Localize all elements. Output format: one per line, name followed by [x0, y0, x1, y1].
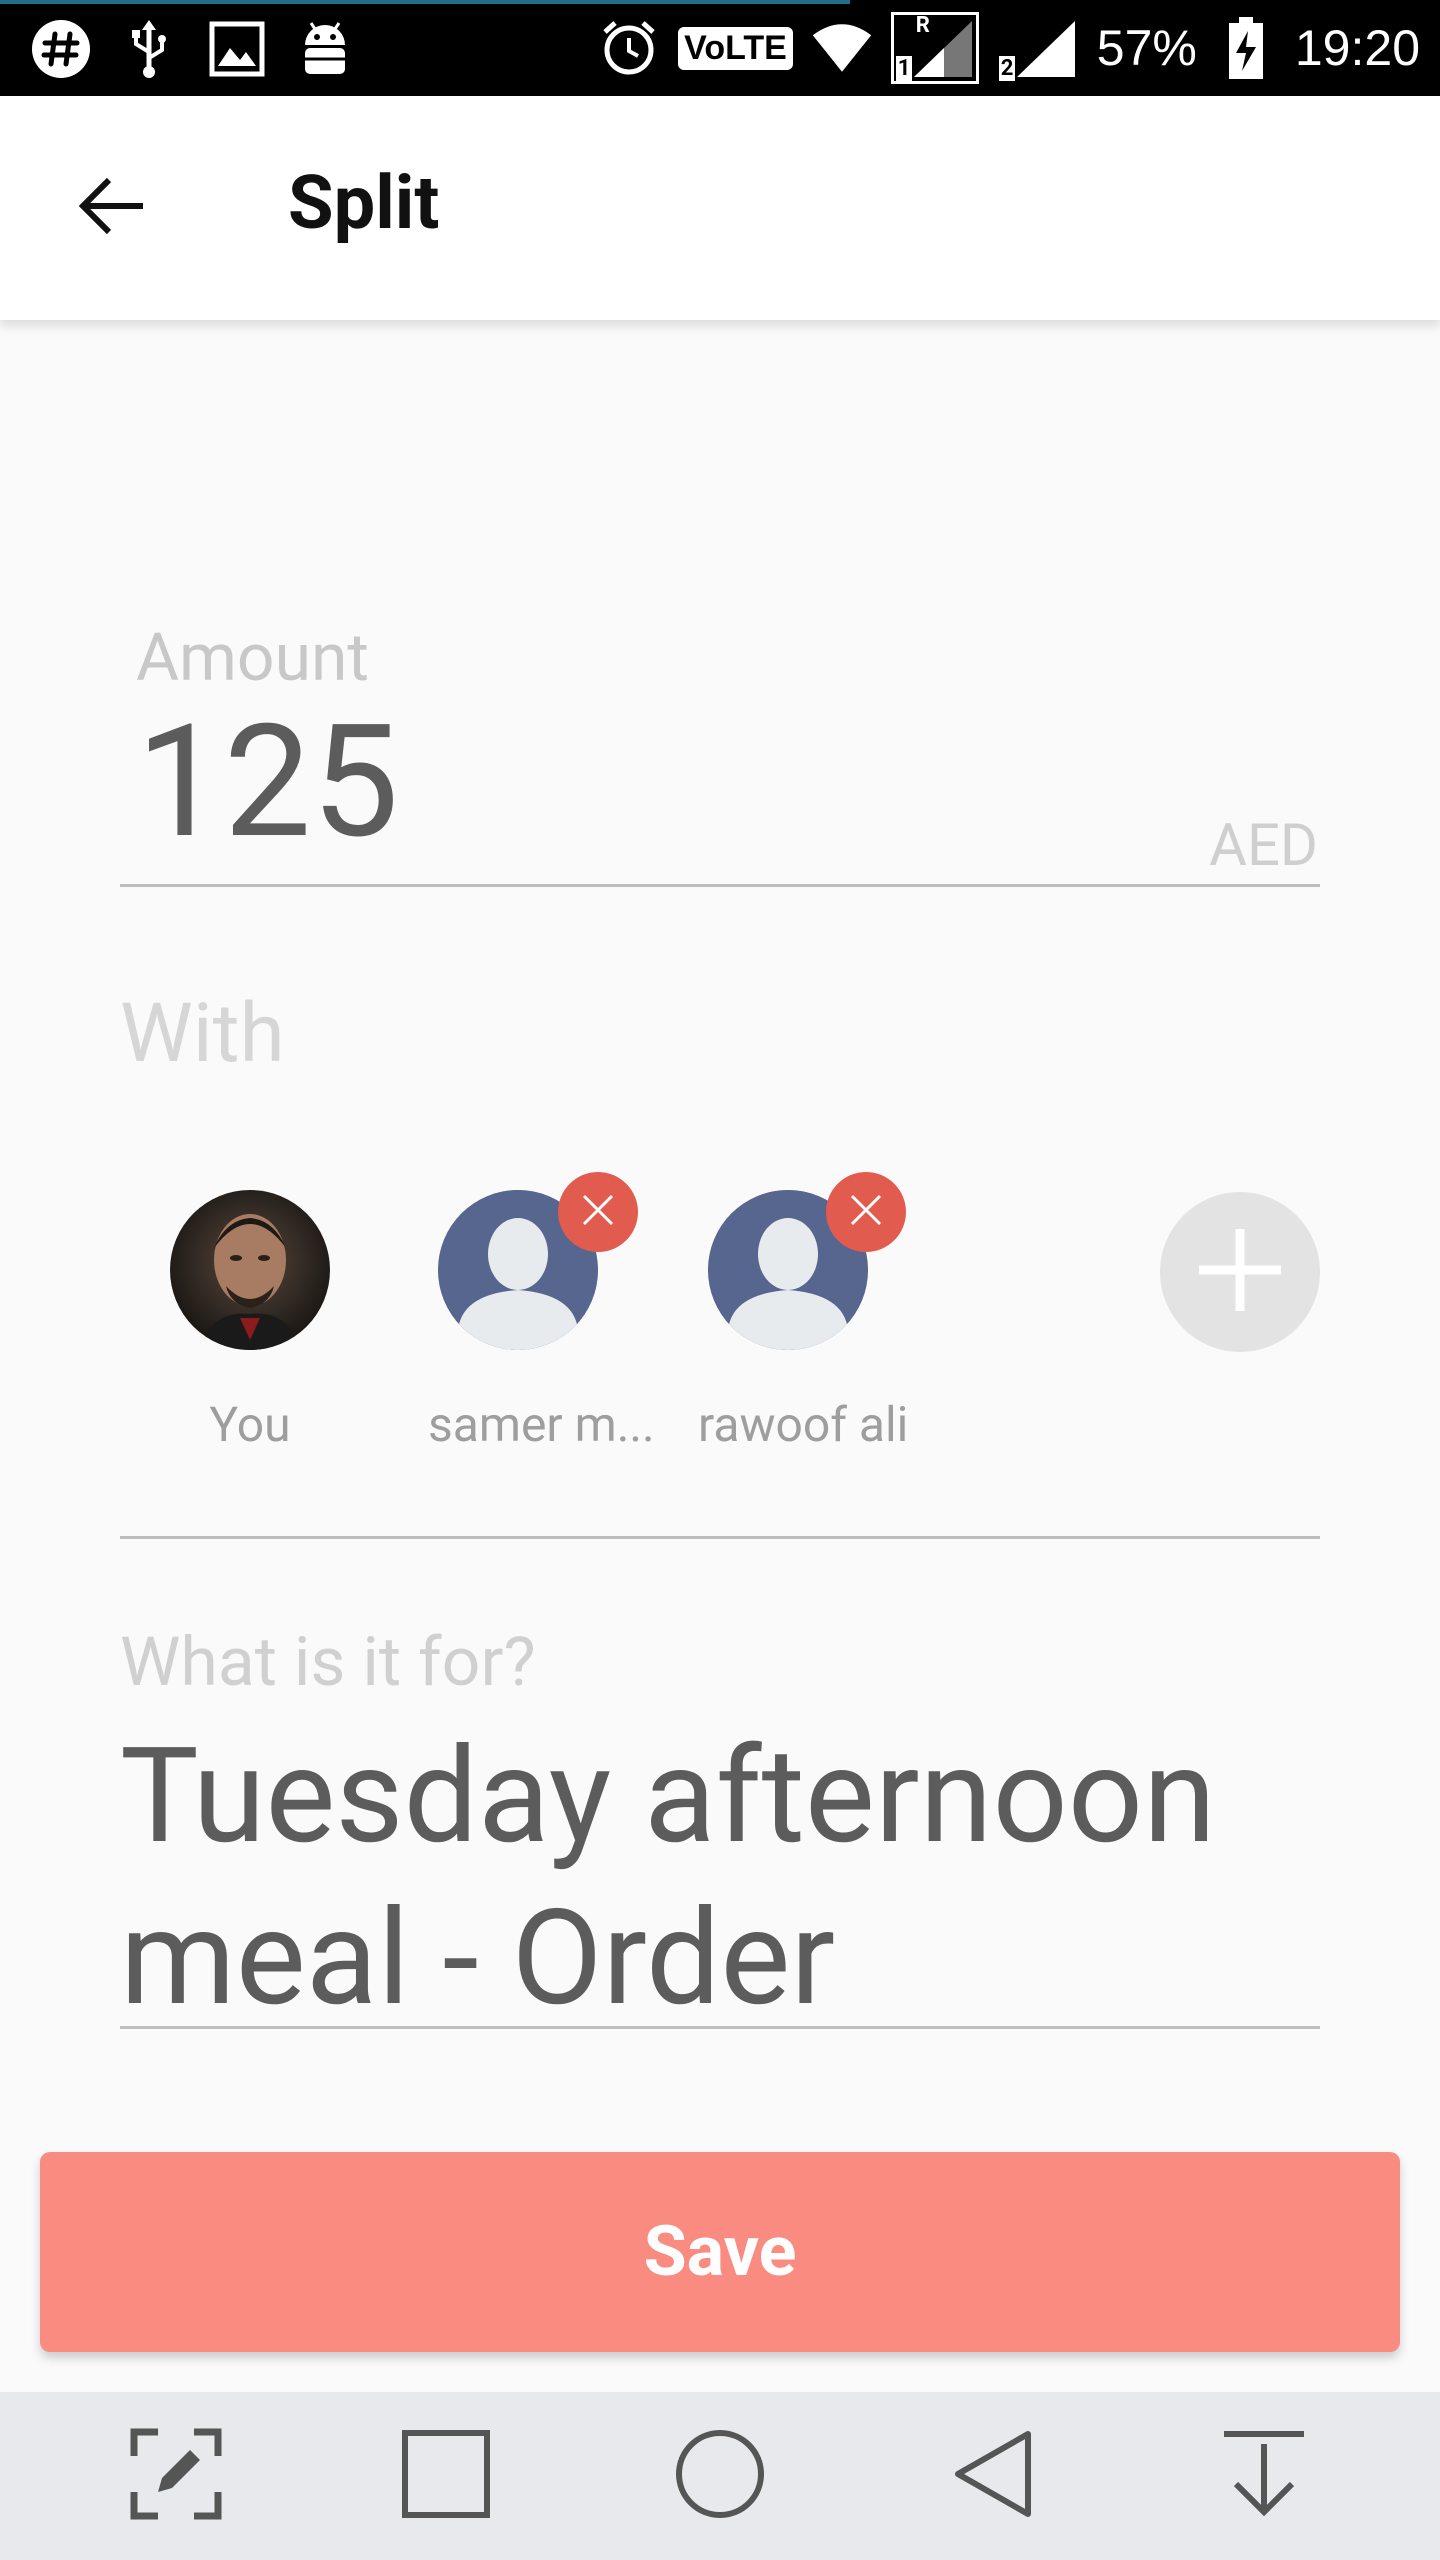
save-button[interactable]: Save [40, 2152, 1400, 2352]
recents-icon [400, 2428, 492, 2524]
sim1-label: 1 [895, 56, 913, 81]
amount-input[interactable]: 125 [136, 705, 399, 861]
participant-name: samer m... [428, 1396, 655, 1453]
signal-sim1-icon: R 1 [890, 12, 979, 84]
participant-you[interactable]: You [160, 1190, 340, 1453]
close-icon [848, 1192, 884, 1232]
purpose-underline [120, 2026, 1320, 2029]
android-icon [294, 18, 356, 80]
home-button[interactable] [660, 2416, 780, 2536]
with-label: With [120, 986, 285, 1082]
page-title: Split [288, 160, 440, 247]
plus-icon [1195, 1225, 1285, 1319]
image-icon [206, 18, 268, 80]
signal-sim2-icon: 2 [997, 15, 1079, 81]
download-icon [1218, 2428, 1310, 2524]
clock: 19:20 [1294, 20, 1420, 76]
status-bar: VoLTE R 1 2 57% 19:20 [0, 0, 1440, 96]
edit-screenshot-icon [128, 2426, 224, 2526]
app-bar: Split [0, 96, 1440, 320]
home-icon [674, 2428, 766, 2524]
battery-percent: 57% [1096, 20, 1197, 76]
edit-screenshot-button[interactable] [116, 2416, 236, 2536]
close-icon [580, 1192, 616, 1232]
alarm-icon [598, 17, 660, 79]
amount-underline [120, 884, 1320, 887]
nav-back-button[interactable] [934, 2416, 1054, 2536]
with-divider [120, 1536, 1320, 1539]
battery-charging-icon [1215, 17, 1277, 79]
sim2-label: 2 [998, 56, 1016, 81]
status-progress-line [0, 0, 850, 4]
back-button[interactable] [60, 156, 164, 260]
remove-participant-button[interactable] [826, 1172, 906, 1252]
participant-name: rawoof ali [698, 1396, 909, 1453]
download-button[interactable] [1204, 2416, 1324, 2536]
participant-name: You [209, 1396, 291, 1453]
system-nav-bar [0, 2392, 1440, 2560]
wifi-icon [811, 17, 873, 79]
remove-participant-button[interactable] [558, 1172, 638, 1252]
avatar [170, 1190, 330, 1350]
arrow-back-icon [77, 176, 147, 240]
add-participant-button[interactable] [1160, 1192, 1320, 1352]
amount-label: Amount [136, 620, 369, 697]
usb-icon [118, 18, 180, 80]
back-icon [948, 2428, 1040, 2524]
slack-icon [30, 18, 92, 80]
sim1-roaming-label: R [915, 13, 930, 38]
volte-icon: VoLTE [678, 26, 793, 70]
recents-button[interactable] [386, 2416, 506, 2536]
purpose-input[interactable]: Tuesday afternoon meal - Order [120, 1716, 1320, 2040]
currency-label: AED [1209, 812, 1318, 880]
purpose-label: What is it for? [120, 1622, 536, 1702]
